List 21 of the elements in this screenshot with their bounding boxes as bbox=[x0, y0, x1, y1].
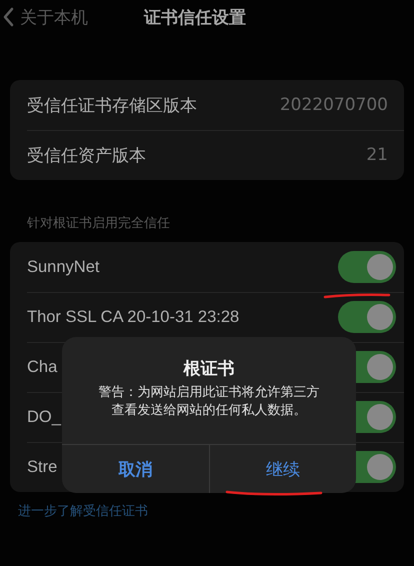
alert-message: 警告：为网站启用此证书将允许第三方查看发送给网站的任何私人数据。 bbox=[98, 384, 320, 420]
toggle-switch[interactable] bbox=[338, 251, 396, 283]
chevron-left-icon bbox=[3, 7, 14, 27]
underline-mark bbox=[322, 292, 392, 300]
learn-more-link[interactable]: 进一步了解受信任证书 bbox=[18, 502, 148, 520]
certificate-name: Stre bbox=[27, 458, 58, 476]
continue-button[interactable]: 继续 bbox=[208, 445, 356, 493]
section-header: 针对根证书启用完全信任 bbox=[27, 215, 171, 233]
row-value: 21 bbox=[366, 145, 388, 165]
certificate-name: Cha bbox=[27, 358, 58, 376]
alert-title: 根证书 bbox=[184, 358, 234, 380]
certificate-name: SunnyNet bbox=[27, 258, 100, 276]
certificate-name: DO_ bbox=[27, 408, 61, 426]
certificate-name: Thor SSL CA 20-10-31 23:28 bbox=[27, 308, 240, 326]
row-label: 受信任资产版本 bbox=[27, 144, 146, 166]
cancel-button[interactable]: 取消 bbox=[62, 445, 208, 493]
page-title: 证书信任设置 bbox=[144, 6, 246, 28]
toggle-switch[interactable] bbox=[338, 301, 396, 333]
row-label: 受信任证书存储区版本 bbox=[27, 94, 197, 116]
back-button[interactable]: 关于本机 bbox=[0, 6, 88, 28]
row-value: 2022070700 bbox=[280, 95, 388, 115]
